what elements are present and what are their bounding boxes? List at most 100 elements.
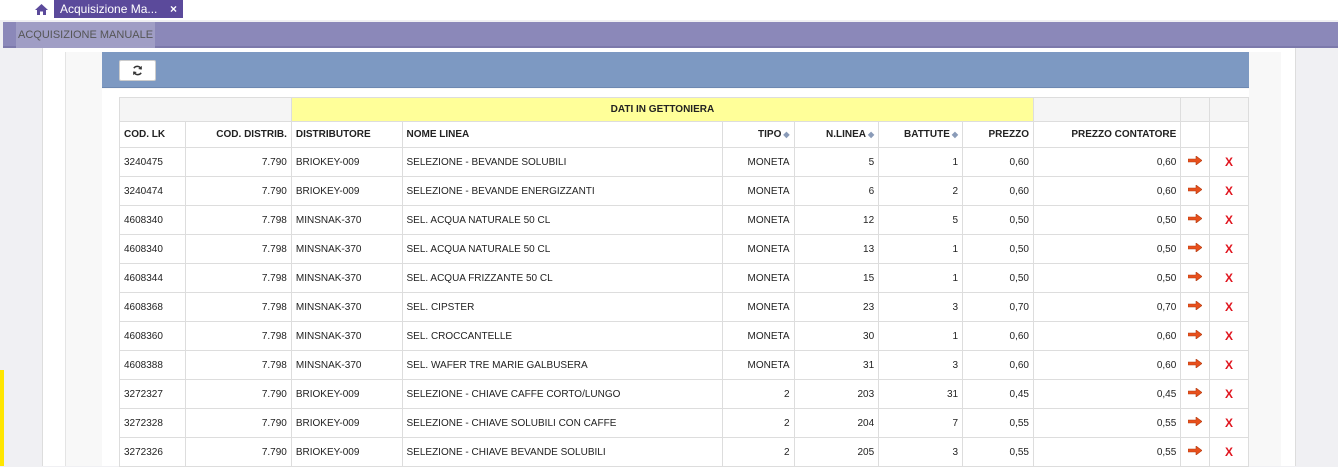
arrow-right-icon	[1187, 213, 1203, 224]
cell-battute: 5	[878, 205, 964, 235]
row-delete-button[interactable]: X	[1209, 292, 1249, 322]
table-row: 4608340 7.798 MINSNAK-370 SEL. ACQUA NATURA…	[118, 205, 1249, 235]
row-arrow-button[interactable]	[1180, 263, 1211, 293]
row-delete-button[interactable]: X	[1209, 408, 1249, 438]
group-header-row: DATI IN GETTONIERA	[119, 97, 1249, 122]
cell-tipo: MONETA	[721, 321, 795, 351]
cell-prezzo: 0,55	[962, 437, 1034, 467]
side-highlight-strip	[0, 370, 4, 466]
delete-x-icon: X	[1225, 300, 1234, 314]
row-delete-button[interactable]: X	[1209, 234, 1249, 264]
row-arrow-button[interactable]	[1180, 292, 1211, 322]
arrow-right-icon	[1187, 387, 1203, 398]
group-header-dati-gettoniera: DATI IN GETTONIERA	[290, 97, 1035, 122]
col-header-prezzo: PREZZO	[962, 121, 1034, 148]
column-header-row: COD. LK COD. DISTRIB. DISTRIBUTORE NOME …	[118, 121, 1249, 148]
arrow-right-icon	[1187, 242, 1203, 253]
page-title: ACQUISIZIONE MANUALE	[16, 22, 156, 48]
cell-distributore: MINSNAK-370	[290, 350, 403, 380]
home-button[interactable]	[30, 0, 52, 18]
cell-n-linea: 6	[793, 176, 880, 206]
table-row: 3272327 7.790 BRIOKEY-009 SELEZIONE - CHIAV…	[118, 379, 1249, 409]
tab-acquisizione-manuale[interactable]: Acquisizione Ma... ×	[54, 0, 183, 18]
cell-prezzo-contatore: 0,50	[1032, 205, 1182, 235]
row-arrow-button[interactable]	[1180, 176, 1211, 206]
cell-prezzo: 0,60	[962, 350, 1034, 380]
row-arrow-button[interactable]	[1180, 147, 1211, 177]
row-arrow-button[interactable]	[1180, 205, 1211, 235]
row-arrow-button[interactable]	[1180, 437, 1211, 467]
cell-prezzo: 0,50	[962, 205, 1034, 235]
cell-cod-lk: 4608344	[118, 263, 187, 293]
tab-close-icon[interactable]: ×	[170, 0, 177, 18]
row-arrow-button[interactable]	[1180, 234, 1211, 264]
arrow-right-icon	[1187, 445, 1203, 456]
tab-label: Acquisizione Ma...	[60, 2, 158, 16]
cell-cod-lk: 3240474	[118, 176, 187, 206]
cell-tipo: MONETA	[721, 263, 795, 293]
sort-icon[interactable]: ◆	[783, 130, 789, 139]
delete-x-icon: X	[1225, 213, 1234, 227]
group-header-blank	[1180, 97, 1211, 122]
cell-prezzo-contatore: 0,70	[1032, 292, 1182, 322]
row-arrow-button[interactable]	[1180, 321, 1211, 351]
cell-prezzo: 0,50	[962, 234, 1034, 264]
cell-cod-lk: 4608340	[118, 205, 187, 235]
cell-cod-distrib: 7.790	[185, 437, 292, 467]
row-delete-button[interactable]: X	[1209, 321, 1249, 351]
cell-nome-linea: SEL. CROCCANTELLE	[401, 321, 723, 351]
cell-nome-linea: SELEZIONE - BEVANDE ENERGIZZANTI	[401, 176, 723, 206]
row-arrow-button[interactable]	[1180, 408, 1211, 438]
sort-icon[interactable]: ◆	[952, 130, 958, 139]
table-row: 3240474 7.790 BRIOKEY-009 SELEZIONE - BEVAN…	[118, 176, 1249, 206]
cell-prezzo-contatore: 0,55	[1032, 408, 1182, 438]
table-row: 4608340 7.798 MINSNAK-370 SEL. ACQUA NATURA…	[118, 234, 1249, 264]
row-delete-button[interactable]: X	[1209, 379, 1249, 409]
col-header-n-linea[interactable]: N.LINEA ◆	[793, 121, 880, 148]
col-header-label: BATTUTE	[904, 129, 950, 140]
cell-nome-linea: SELEZIONE - CHIAVE CAFFE CORTO/LUNGO	[401, 379, 723, 409]
cell-tipo: MONETA	[721, 205, 795, 235]
col-header-label: TIPO	[758, 129, 782, 140]
cell-prezzo-contatore: 0,60	[1032, 350, 1182, 380]
cell-n-linea: 5	[793, 147, 880, 177]
cell-battute: 1	[878, 321, 964, 351]
row-arrow-button[interactable]	[1180, 350, 1211, 380]
cell-cod-distrib: 7.790	[185, 408, 292, 438]
row-delete-button[interactable]: X	[1209, 263, 1249, 293]
cell-cod-distrib: 7.798	[185, 205, 292, 235]
row-delete-button[interactable]: X	[1209, 147, 1249, 177]
page-title-bar: ACQUISIZIONE MANUALE	[3, 22, 1338, 48]
delete-x-icon: X	[1225, 358, 1234, 372]
cell-prezzo-contatore: 0,55	[1032, 437, 1182, 467]
cell-cod-lk: 3272328	[118, 408, 187, 438]
row-delete-button[interactable]: X	[1209, 176, 1249, 206]
col-header-tipo[interactable]: TIPO ◆	[721, 121, 795, 148]
arrow-right-icon	[1187, 184, 1203, 195]
cell-cod-lk: 3240475	[118, 147, 187, 177]
cell-n-linea: 31	[793, 350, 880, 380]
row-delete-button[interactable]: X	[1209, 437, 1249, 467]
cell-cod-lk: 3272327	[118, 379, 187, 409]
sort-icon[interactable]: ◆	[868, 130, 874, 139]
delete-x-icon: X	[1225, 445, 1234, 459]
cell-cod-distrib: 7.798	[185, 350, 292, 380]
cell-battute: 3	[878, 437, 964, 467]
top-tab-bar: Acquisizione Ma... ×	[0, 0, 1338, 20]
row-delete-button[interactable]: X	[1209, 350, 1249, 380]
cell-battute: 1	[878, 263, 964, 293]
cell-distributore: BRIOKEY-009	[290, 379, 403, 409]
row-delete-button[interactable]: X	[1209, 205, 1249, 235]
cell-distributore: MINSNAK-370	[290, 205, 403, 235]
table-row: 4608344 7.798 MINSNAK-370 SEL. ACQUA FRIZZA…	[118, 263, 1249, 293]
delete-x-icon: X	[1225, 271, 1234, 285]
cell-tipo: 2	[721, 379, 795, 409]
cell-n-linea: 203	[793, 379, 880, 409]
cell-prezzo: 0,70	[962, 292, 1034, 322]
cell-cod-lk: 4608368	[118, 292, 187, 322]
arrow-right-icon	[1187, 271, 1203, 282]
col-header-battute[interactable]: BATTUTE ◆	[878, 121, 964, 148]
cell-battute: 1	[878, 147, 964, 177]
row-arrow-button[interactable]	[1180, 379, 1211, 409]
refresh-button[interactable]	[119, 60, 156, 81]
